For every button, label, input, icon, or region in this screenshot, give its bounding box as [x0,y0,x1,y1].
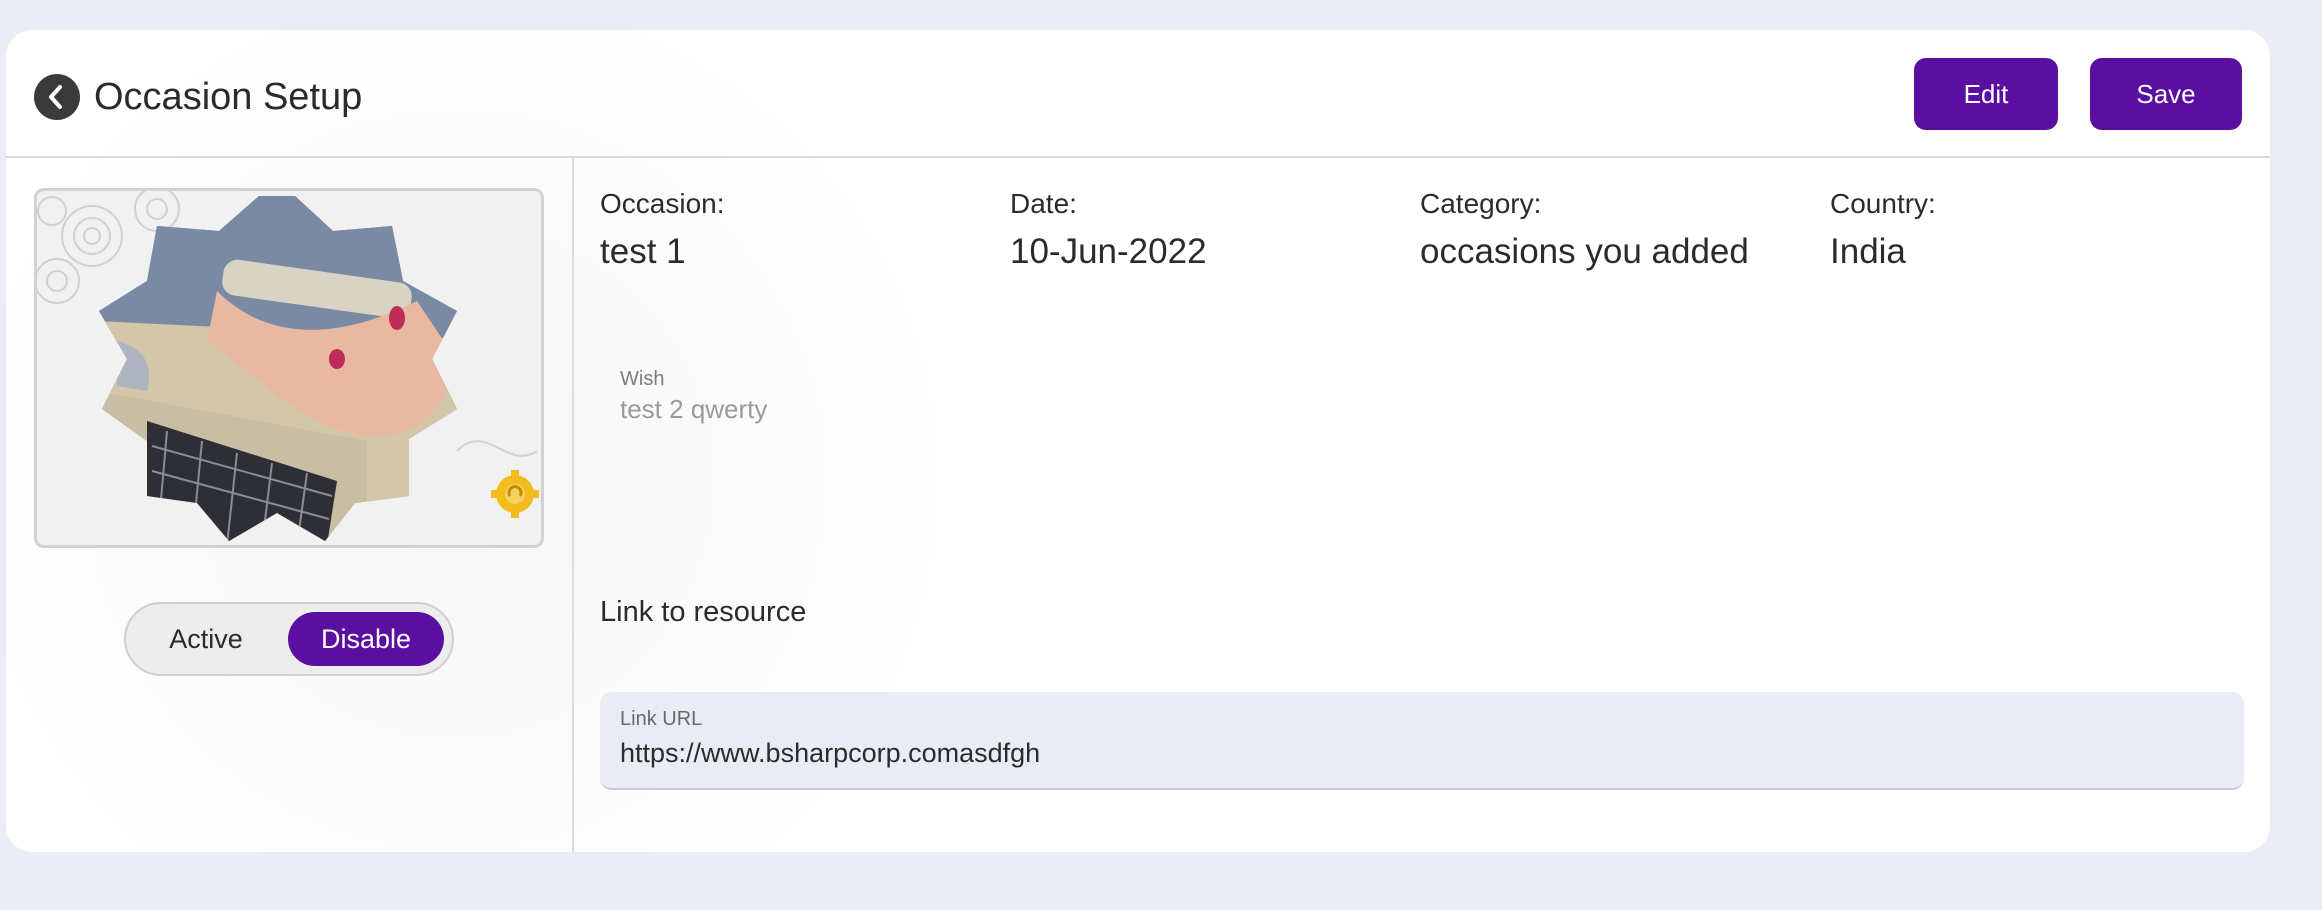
save-button[interactable]: Save [2090,58,2242,130]
occasion-setup-card: Occasion Setup Edit Save Active Disable … [6,30,2270,852]
occasion-value: test 1 [600,232,686,271]
date-label: Date: [1010,188,1077,219]
country-value: India [1830,232,1906,271]
back-button[interactable] [34,74,80,120]
category-label: Category: [1420,188,1542,219]
link-url-value[interactable]: https://www.bsharpcorp.comasdfgh [620,738,1040,769]
edit-button[interactable]: Edit [1914,58,2058,130]
chevron-left-icon [49,85,62,109]
wish-field[interactable]: test 2 qwerty [620,394,767,425]
column-divider [572,158,574,852]
link-section-heading: Link to resource [600,596,807,628]
page-title: Occasion Setup [94,76,363,118]
link-url-field[interactable]: Link URL https://www.bsharpcorp.comasdfg… [600,692,2244,790]
occasion-photo [37,191,539,541]
status-toggle: Active Disable [124,602,454,676]
occasion-label: Occasion: [600,188,725,219]
occasion-image[interactable] [34,188,544,548]
page-header: Occasion Setup Edit Save [6,30,2270,158]
toggle-disable-option[interactable]: Disable [288,612,444,666]
gold-badge-icon [491,470,539,518]
date-value: 10-Jun-2022 [1010,232,1207,271]
category-value: occasions you added [1420,232,1749,271]
wish-label: Wish [620,368,665,390]
toggle-active-option[interactable]: Active [136,612,276,666]
link-url-label: Link URL [620,708,703,730]
country-label: Country: [1830,188,1936,219]
